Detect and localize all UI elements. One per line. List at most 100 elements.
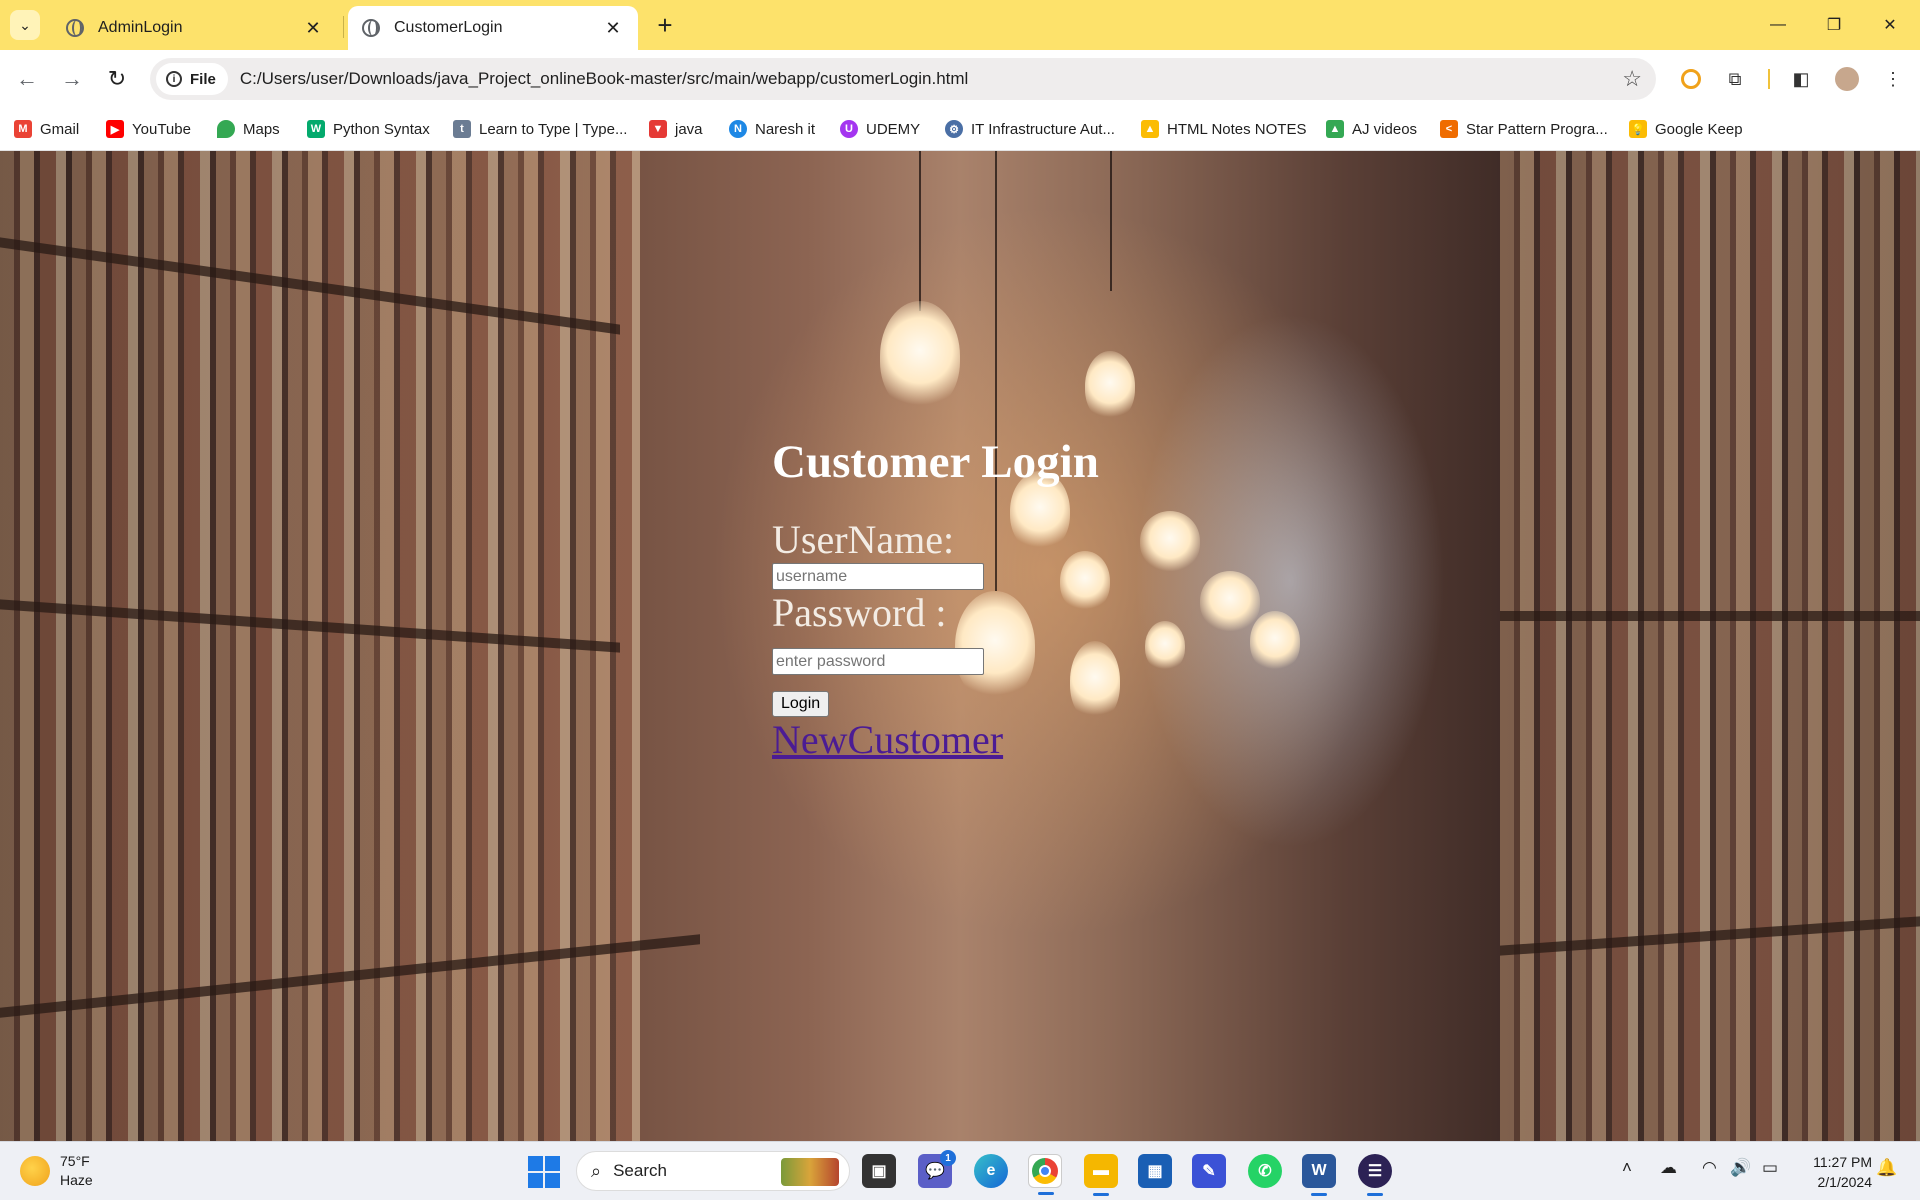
eclipse-icon[interactable]: ☰ [1358,1154,1392,1196]
password-label: Password : [772,590,947,635]
taskbar-search[interactable]: ⌕ Search [576,1151,850,1191]
light-bulb [1140,511,1200,571]
bookmark-label: Star Pattern Progra... [1466,120,1608,138]
tab-search-button[interactable]: ⌄ [10,10,40,40]
system-clock[interactable]: 11:27 PM 2/1/2024 [1800,1152,1872,1192]
username-label: UserName: [772,517,955,562]
bookmark-html-notes[interactable]: ▲ HTML Notes NOTES [1141,116,1306,142]
bookmark-label: Gmail [40,120,80,138]
restore-button[interactable]: ❐ [1806,0,1862,50]
back-button[interactable]: ← [12,64,42,94]
taskbar: 75°F Haze ⌕ Search ▣ 💬 1 e ▬ ▦ ✎ ✆ W ☰ ˄ … [0,1141,1920,1200]
menu-kebab-icon[interactable]: ⋮ [1878,64,1908,94]
wifi-icon[interactable]: ◠ [1702,1158,1717,1178]
bookmark-naresh-it[interactable]: N Naresh it [729,116,815,142]
bookmark-learn-to-type[interactable]: t Learn to Type | Type... [453,116,627,142]
window-close-button[interactable]: ✕ [1862,0,1918,50]
search-label: Search [613,1161,667,1180]
windows-start-icon[interactable] [528,1156,560,1188]
bookmark-google-keep[interactable]: 💡 Google Keep [1629,116,1743,142]
task-view-icon[interactable]: ▣ [862,1154,896,1188]
drive-icon: ▲ [1326,120,1344,138]
extensions-puzzle-icon[interactable]: ⧉ [1720,64,1750,94]
site-info-label: File [190,70,216,88]
address-bar[interactable]: i File C:/Users/user/Downloads/java_Proj… [150,58,1656,100]
pen-app-icon[interactable]: ✎ [1192,1154,1226,1188]
tab-title: AdminLogin [98,19,183,36]
tab-title: CustomerLogin [394,19,503,36]
login-button[interactable]: Login [772,691,830,717]
bookmark-label: HTML Notes NOTES [1167,120,1307,138]
battery-icon[interactable]: ▭ [1762,1158,1778,1178]
forward-button[interactable]: → [57,64,87,94]
bookmark-label: Maps [243,120,280,138]
light-bulb [880,301,960,411]
volume-icon[interactable]: 🔊 [1730,1158,1751,1178]
java-icon: ▼ [649,120,667,138]
clock-time: 11:27 PM [1813,1154,1872,1170]
password-input[interactable] [772,648,984,675]
weather-temp: 75°F [60,1153,90,1169]
star-pattern-icon: < [1440,120,1458,138]
tab-customerlogin[interactable]: CustomerLogin ✕ [348,6,638,50]
bookmark-label: Google Keep [1655,120,1743,138]
shelf-line [1500,611,1920,621]
profile-avatar[interactable] [1832,64,1862,94]
close-icon[interactable]: ✕ [602,18,624,39]
bookmark-label: UDEMY [866,120,921,138]
bookmark-star-pattern[interactable]: < Star Pattern Progra... [1440,116,1608,142]
w3schools-icon: W [307,120,325,138]
tab-adminlogin[interactable]: AdminLogin ✕ [52,6,338,50]
bookmark-it-infrastructure[interactable]: ⚙ IT Infrastructure Aut... [945,116,1115,142]
bookmarks-bar: M Gmail ▶ YouTube Maps W Python Syntax t Lea… [0,108,1920,151]
typing-icon: t [453,120,471,138]
close-icon[interactable]: ✕ [302,18,324,39]
avatar [1835,67,1859,91]
toolbar-divider [1768,69,1770,89]
word-icon[interactable]: W [1302,1154,1336,1196]
arrow-right-icon: → [61,66,83,91]
arrow-left-icon: ← [16,66,38,91]
chevron-up-icon[interactable]: ˄ [1622,1158,1632,1178]
new-tab-button[interactable]: + [650,10,680,40]
browser-toolbar: ← → ↻ i File C:/Users/user/Downloads/jav… [0,50,1920,108]
bookmark-maps[interactable]: Maps [217,116,280,142]
extension-clock-icon[interactable] [1676,64,1706,94]
bookmark-youtube[interactable]: ▶ YouTube [106,116,191,142]
url-text[interactable]: C:/Users/user/Downloads/java_Project_onl… [240,69,969,89]
whatsapp-icon[interactable]: ✆ [1248,1154,1282,1188]
minimize-button[interactable]: — [1750,0,1806,50]
onedrive-cloud-icon[interactable]: ☁ [1660,1158,1677,1178]
library-background: Customer Login UserName: Password : Logi… [0,151,1920,1141]
clock-date: 2/1/2024 [1817,1174,1873,1190]
edge-icon[interactable]: e [974,1154,1008,1188]
bookmark-udemy[interactable]: U UDEMY [840,116,920,142]
reload-button[interactable]: ↻ [102,64,132,94]
bookmark-gmail[interactable]: M Gmail [14,116,79,142]
username-input[interactable] [772,563,984,590]
weather-desc: Haze [60,1172,93,1188]
light-bulb [1085,351,1135,421]
weather-widget[interactable]: 75°F Haze [20,1152,93,1190]
bookmark-aj-videos[interactable]: ▲ AJ videos [1326,116,1417,142]
bookmark-label: AJ videos [1352,120,1418,138]
bookmark-java[interactable]: ▼ java [649,116,703,142]
drive-icon: ▲ [1141,120,1159,138]
microsoft-store-icon[interactable]: ▦ [1138,1154,1172,1188]
teams-chat-icon[interactable]: 💬 1 [918,1150,956,1188]
new-customer-link[interactable]: NewCustomer [772,717,1099,763]
udemy-icon: U [840,120,858,138]
notification-bell-icon[interactable]: 🔔 [1876,1158,1897,1178]
light-bulb [1200,571,1260,631]
chrome-icon[interactable] [1028,1154,1062,1195]
bookmark-label: Python Syntax [333,120,430,138]
search-highlight-icon [781,1158,839,1186]
bookmark-python-syntax[interactable]: W Python Syntax [307,116,430,142]
bookmark-star-icon[interactable]: ☆ [1622,66,1642,92]
weather-haze-icon [20,1156,50,1186]
site-info-chip[interactable]: i File [156,63,228,95]
side-panel-icon[interactable]: ◧ [1786,64,1816,94]
reload-icon: ↻ [107,66,127,91]
globe-icon [362,19,380,37]
file-explorer-icon[interactable]: ▬ [1084,1154,1118,1196]
